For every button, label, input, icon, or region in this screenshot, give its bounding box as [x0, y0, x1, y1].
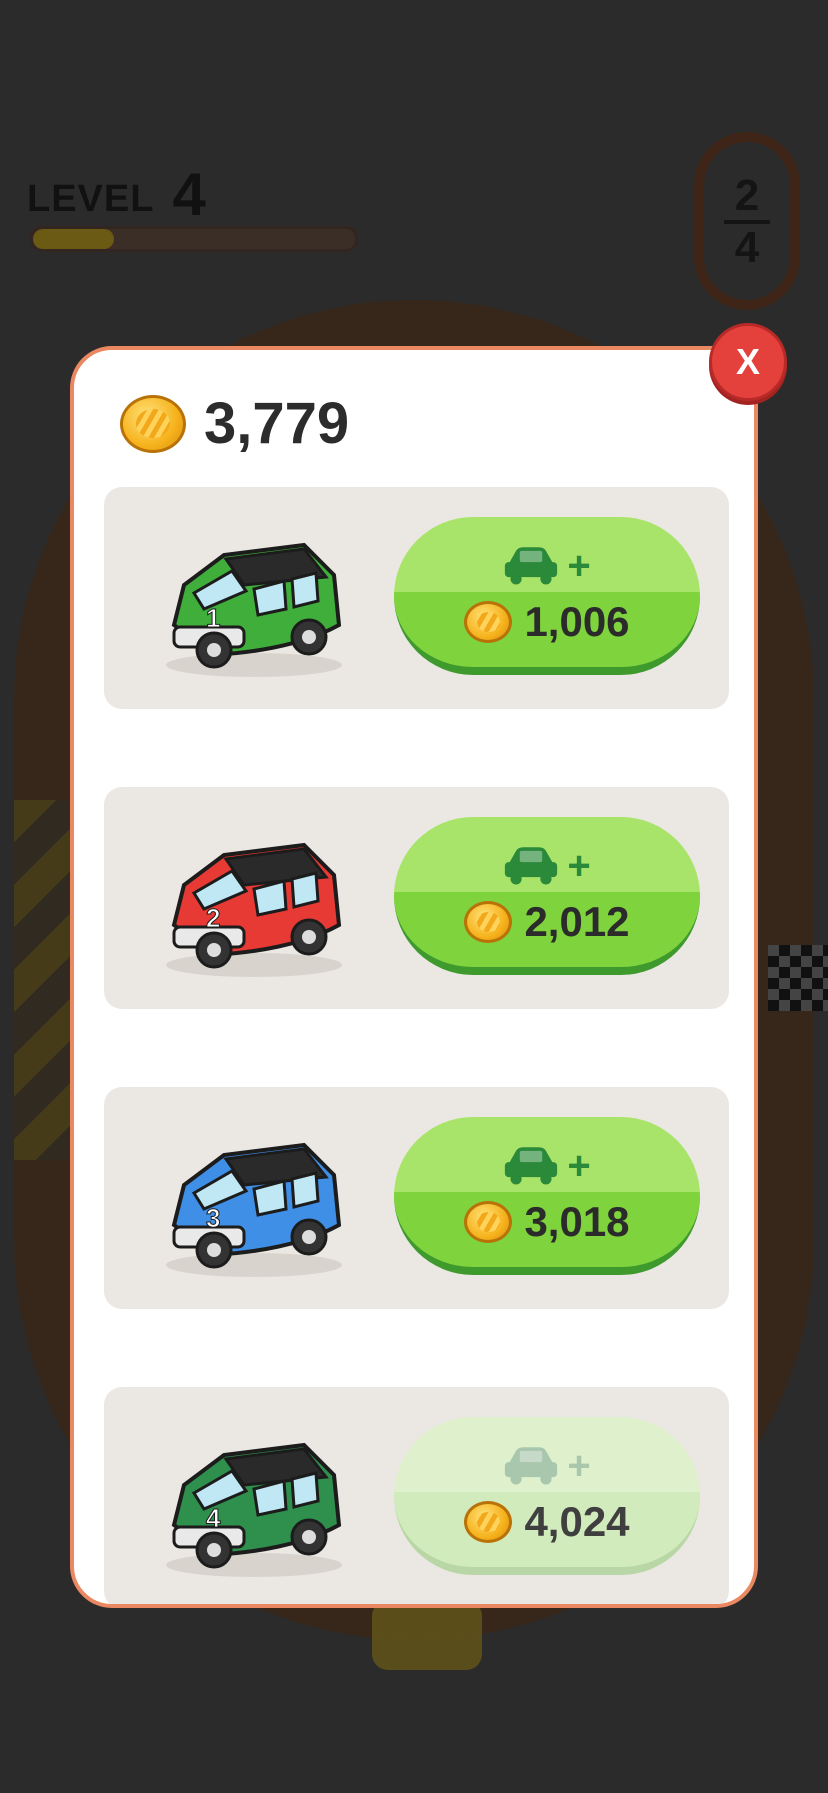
finish-line-flag [768, 945, 828, 1011]
buy-car-button[interactable]: +3,018 [394, 1117, 700, 1275]
add-car-label: + [503, 838, 591, 894]
shop-item: 4 +4,024 [104, 1387, 729, 1604]
plus-icon: + [567, 543, 591, 588]
level-progress-bar [30, 226, 358, 252]
buy-car-button[interactable]: +4,024 [394, 1417, 700, 1575]
car-4-image: 4 [154, 1415, 354, 1585]
price-row: 4,024 [464, 1498, 630, 1546]
coin-icon [464, 601, 513, 643]
svg-text:2: 2 [206, 903, 220, 933]
price-label: 2,012 [524, 898, 630, 945]
level-number: 4 [172, 161, 207, 228]
svg-text:1: 1 [206, 603, 220, 633]
car-1-image: 1 [154, 515, 354, 685]
level-label: LEVEL [27, 178, 155, 220]
car-icon [503, 1443, 559, 1489]
car-icon [503, 843, 559, 889]
price-label: 4,024 [524, 1498, 630, 1545]
price-row: 1,006 [464, 598, 630, 646]
plus-icon: + [567, 843, 591, 888]
car-icon [503, 543, 559, 589]
svg-text:4: 4 [206, 1503, 221, 1533]
cars-current: 2 [734, 171, 760, 220]
price-row: 2,012 [464, 898, 630, 946]
coin-icon [120, 394, 186, 453]
shop-item-list: 1 +1,006 2 +2,012 3 +3,018 4 + 4,024 [104, 487, 729, 1604]
level-progress-fill [33, 229, 114, 249]
close-button[interactable]: X [709, 323, 787, 401]
cars-progress-counter: 2 4 [694, 132, 800, 310]
plus-icon: + [567, 1143, 591, 1188]
price-label: 1,006 [524, 598, 630, 645]
car-3-image: 3 [154, 1115, 354, 1285]
price-label: 3,018 [524, 1198, 630, 1245]
add-car-label: + [503, 538, 591, 594]
shop-item: 2 +2,012 [104, 787, 729, 1009]
price-row: 3,018 [464, 1198, 630, 1246]
car-2-image: 2 [154, 815, 354, 985]
player-car-background [372, 1600, 482, 1670]
car-shop-modal: 3,779 1 +1,006 2 +2,012 3 + 3,018 4 + 4,… [70, 346, 758, 1608]
coin-balance: 3,779 [120, 390, 349, 457]
plus-icon: + [567, 1443, 591, 1488]
coin-icon [464, 1201, 513, 1243]
buy-car-button[interactable]: +2,012 [394, 817, 700, 975]
cars-total: 4 [734, 223, 760, 272]
shop-item: 1 +1,006 [104, 487, 729, 709]
track-stripes [14, 800, 74, 1160]
shop-item: 3 +3,018 [104, 1087, 729, 1309]
add-car-label: + [503, 1438, 591, 1494]
coin-icon [464, 901, 513, 943]
svg-text:3: 3 [206, 1203, 220, 1233]
coin-icon [464, 1501, 513, 1543]
coin-balance-amount: 3,779 [204, 391, 350, 456]
car-icon [503, 1143, 559, 1189]
add-car-label: + [503, 1138, 591, 1194]
level-indicator: LEVEL 4 [27, 160, 207, 229]
buy-car-button[interactable]: +1,006 [394, 517, 700, 675]
